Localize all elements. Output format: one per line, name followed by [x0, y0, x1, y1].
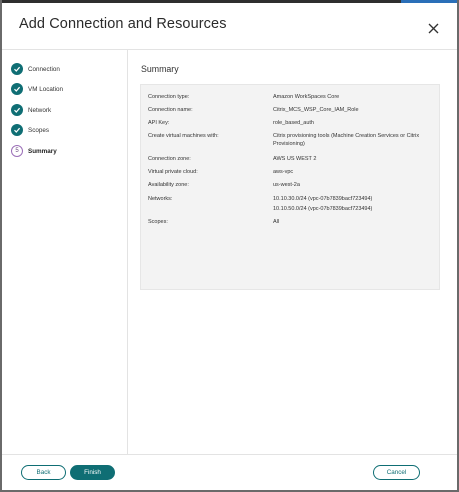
summary-value: All [273, 219, 280, 225]
step-number: 5 [15, 148, 19, 154]
summary-label: Connection zone: [148, 156, 191, 162]
step-summary[interactable]: 5 Summary [11, 143, 57, 159]
step-connection[interactable]: Connection [11, 61, 60, 77]
summary-value: aws-vpc [273, 169, 294, 175]
checkmark-icon [11, 104, 23, 116]
step-scopes[interactable]: Scopes [11, 122, 49, 138]
header-divider [2, 49, 457, 50]
finish-button[interactable]: Finish [70, 465, 115, 480]
step-vm-location[interactable]: VM Location [11, 81, 63, 97]
summary-value: Citrix_MCS_WSP_Core_IAM_Role [273, 107, 359, 113]
dialog-title: Add Connection and Resources [19, 16, 227, 32]
sidebar-divider [127, 50, 128, 454]
step-label: Network [28, 106, 52, 114]
window-top-edge [0, 0, 459, 3]
summary-value: Citrix provisioning tools (Machine Creat… [273, 133, 420, 147]
checkmark-icon [11, 124, 23, 136]
window-left-edge [0, 0, 2, 492]
footer-divider [2, 454, 457, 455]
summary-label: Create virtual machines with: [148, 133, 219, 139]
summary-label: Virtual private cloud: [148, 169, 198, 175]
step-label: Connection [28, 65, 60, 73]
window-top-accent [401, 0, 459, 3]
summary-value: 10.10.30.0/24 (vpc-07b7839bacf723494) [273, 196, 373, 202]
checkmark-icon [11, 83, 23, 95]
close-icon[interactable] [425, 20, 442, 37]
step-number-badge: 5 [11, 145, 23, 157]
summary-value: us-west-2a [273, 182, 300, 188]
step-label: Scopes [28, 126, 50, 134]
dialog: Add Connection and Resources Connection … [0, 0, 459, 492]
cancel-button[interactable]: Cancel [373, 465, 420, 480]
summary-label: Availability zone: [148, 182, 189, 188]
step-label: VM Location [28, 85, 64, 93]
summary-value: role_based_auth [273, 120, 314, 126]
summary-label: Connection name: [148, 107, 193, 113]
summary-value: Amazon WorkSpaces Core [273, 94, 340, 100]
summary-label: API Key: [148, 120, 170, 126]
summary-value: 10.10.50.0/24 (vpc-07b7839bacf723494) [273, 206, 373, 212]
summary-label: Scopes: [148, 219, 168, 225]
summary-value: AWS US WEST 2 [273, 156, 317, 162]
checkmark-icon [11, 63, 23, 75]
step-network[interactable]: Network [11, 102, 51, 118]
summary-label: Connection type: [148, 94, 190, 100]
close-button[interactable] [425, 20, 442, 37]
step-label: Summary [28, 147, 57, 155]
back-button[interactable]: Back [21, 465, 66, 480]
section-title: Summary [141, 64, 179, 74]
summary-label: Networks: [148, 196, 173, 202]
